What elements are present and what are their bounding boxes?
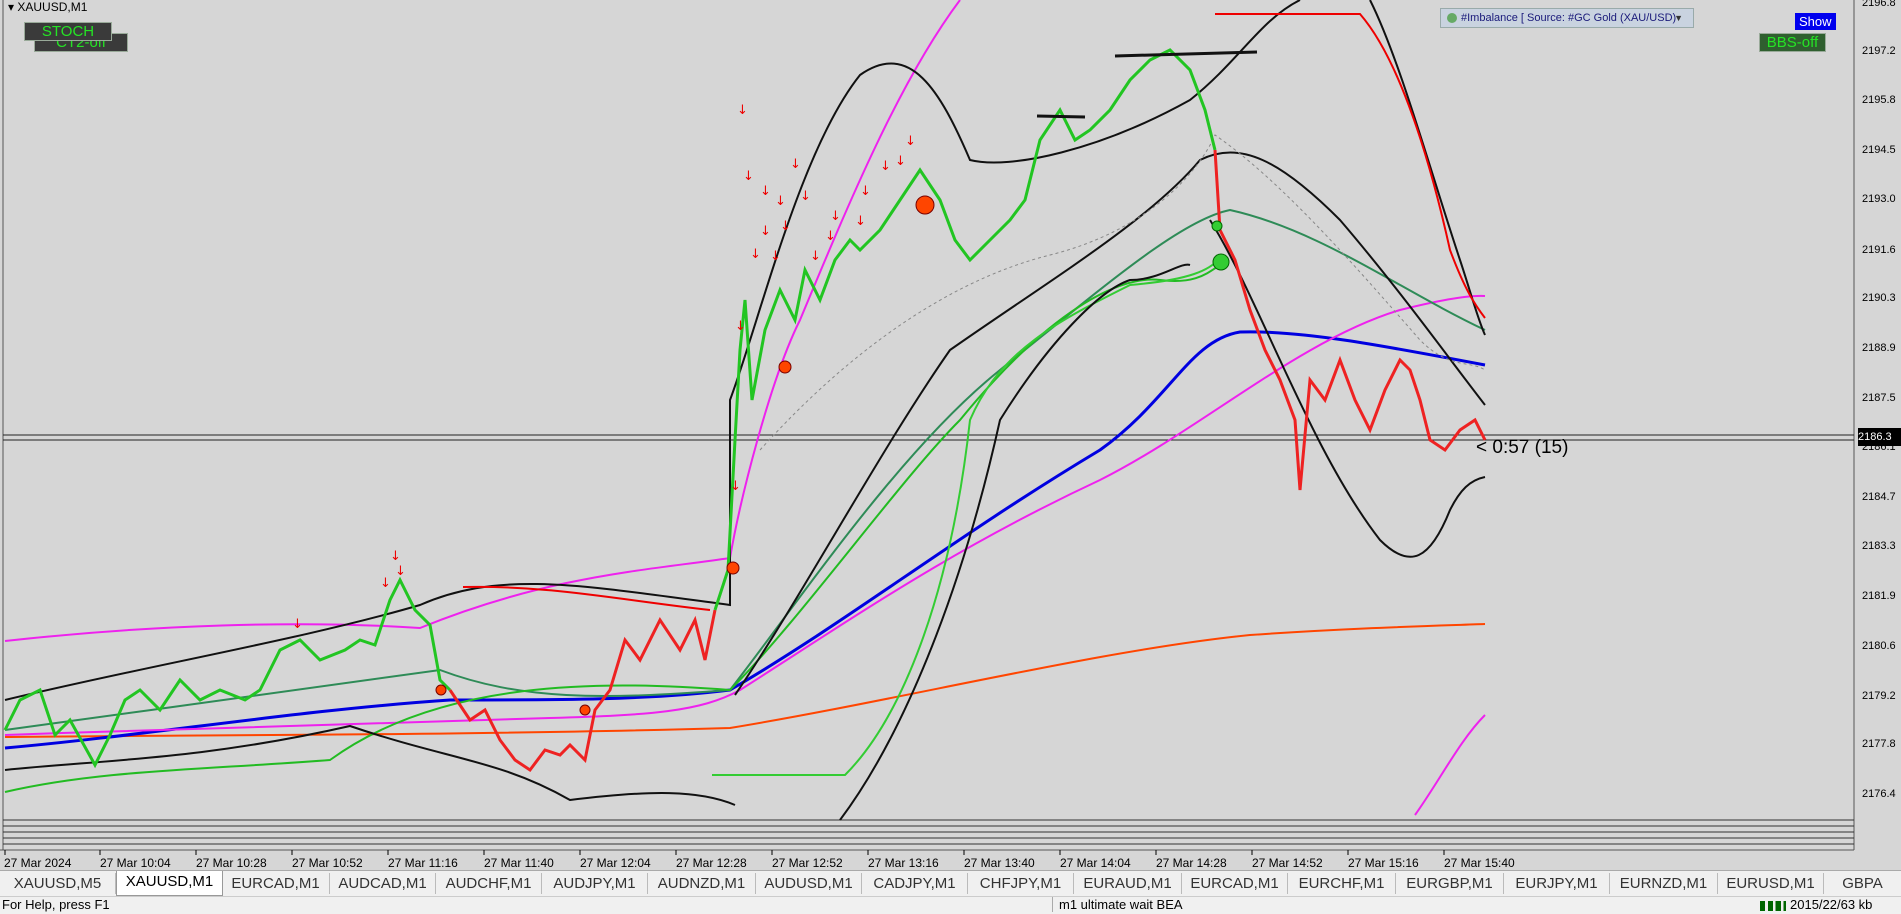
time-tick: 27 Mar 14:04 <box>1060 856 1131 870</box>
chart-tab[interactable]: EURCHF,M1 <box>1288 873 1396 894</box>
time-tick: 27 Mar 11:16 <box>388 856 458 870</box>
stoch-toggle-button[interactable]: STOCH <box>24 22 112 41</box>
time-tick: 27 Mar 15:16 <box>1348 856 1419 870</box>
svg-text:↓: ↓ <box>825 229 836 244</box>
time-tick: 27 Mar 13:16 <box>868 856 939 870</box>
time-tick: 27 Mar 11:40 <box>484 856 554 870</box>
chart-tab[interactable]: CHFJPY,M1 <box>968 873 1074 894</box>
connection-bars-icon <box>1760 900 1786 911</box>
svg-text:↓: ↓ <box>800 189 811 204</box>
chart-tab[interactable]: EURJPY,M1 <box>1504 873 1610 894</box>
svg-text:↓: ↓ <box>775 194 786 209</box>
svg-text:↓: ↓ <box>380 576 391 591</box>
current-price-marker: 2186.3 <box>1858 428 1901 446</box>
chart-tab[interactable]: AUDNZD,M1 <box>648 873 756 894</box>
chart-area[interactable]: ↓ ↓ ↓ ↓ ↓ ↓ ↓ ↓ ↓ ↓ ↓ ↓ ↓ ↓ ↓ ↓ ↓ ↓ ↓ ↓ ↓ ↓ ↓ ↓ ▾ XAUUS… <box>0 0 1901 870</box>
chart-tab[interactable]: EURCAD,M1 <box>222 873 330 894</box>
price-tick: 2184.7 <box>1862 491 1896 503</box>
svg-text:↓: ↓ <box>750 247 761 262</box>
price-tick: 2179.2 <box>1862 690 1896 702</box>
status-help-text: For Help, press F1 <box>2 897 110 912</box>
time-tick: 27 Mar 10:52 <box>292 856 363 870</box>
price-tick: 2193.0 <box>1862 193 1896 205</box>
price-tick: 2183.3 <box>1862 540 1896 552</box>
chart-tab[interactable]: EURAUD,M1 <box>1074 873 1182 894</box>
price-tick: 2191.6 <box>1862 244 1896 256</box>
time-tick: 27 Mar 2024 <box>4 856 72 870</box>
svg-text:↓: ↓ <box>780 219 791 234</box>
time-tick: 27 Mar 12:28 <box>676 856 747 870</box>
bar-timer: < 0:57 (15) <box>1476 437 1569 458</box>
svg-text:↓: ↓ <box>810 249 821 264</box>
price-tick: 2187.5 <box>1862 392 1896 404</box>
bbs-toggle-button[interactable]: BBS-off <box>1759 33 1826 52</box>
price-chart[interactable]: ↓↓↓ ↓↓↓ ↓ ↓↓ ↓↓↓ ↓↓ ↓ ↓↓↓ ↓↓ ↓↓↓ ↓ <box>0 0 1901 870</box>
chart-tab[interactable]: EURNZD,M1 <box>1610 873 1718 894</box>
price-tick: 2190.3 <box>1862 292 1896 304</box>
time-tick: 27 Mar 14:52 <box>1252 856 1323 870</box>
traffic-text: 2015/22/63 kb <box>1790 897 1873 912</box>
svg-text:↓: ↓ <box>905 134 916 149</box>
svg-text:↓: ↓ <box>895 154 906 169</box>
svg-text:↓: ↓ <box>860 184 871 199</box>
price-tick: 2197.2 <box>1862 45 1896 57</box>
time-tick: 27 Mar 15:40 <box>1444 856 1515 870</box>
chart-tab[interactable]: EURGBP,M1 <box>1396 873 1504 894</box>
chart-tab-bar: XAUUSD,M5 XAUUSD,M1 EURCAD,M1 AUDCAD,M1 … <box>0 870 1901 896</box>
svg-text:↓: ↓ <box>770 249 781 264</box>
svg-text:↓: ↓ <box>830 209 841 224</box>
price-tick: 2177.8 <box>1862 738 1896 750</box>
chart-tab[interactable]: GBPA <box>1824 873 1901 894</box>
svg-text:↓: ↓ <box>737 103 748 118</box>
price-tick: 2188.9 <box>1862 342 1896 354</box>
chart-tab[interactable]: AUDCHF,M1 <box>436 873 542 894</box>
svg-text:↓: ↓ <box>395 564 406 579</box>
time-tick: 27 Mar 10:04 <box>100 856 171 870</box>
price-tick: 2194.5 <box>1862 144 1896 156</box>
status-profile-name: m1 ultimate wait BEA <box>1052 897 1183 912</box>
time-tick: 27 Mar 12:52 <box>772 856 843 870</box>
price-tick: 2196.8 <box>1862 0 1896 9</box>
svg-text:↓: ↓ <box>743 169 754 184</box>
svg-text:↓: ↓ <box>390 549 401 564</box>
show-button[interactable]: Show <box>1795 13 1836 30</box>
svg-text:↓: ↓ <box>735 319 746 334</box>
chart-tab[interactable]: CADJPY,M1 <box>862 873 968 894</box>
status-bar: For Help, press F1 m1 ultimate wait BEA … <box>0 896 1901 914</box>
price-tick: 2195.8 <box>1862 94 1896 106</box>
svg-text:↓: ↓ <box>790 157 801 172</box>
time-tick: 27 Mar 12:04 <box>580 856 651 870</box>
chart-tab-active[interactable]: XAUUSD,M1 <box>116 871 223 896</box>
svg-text:↓: ↓ <box>730 479 741 494</box>
imbalance-status-icon <box>1447 13 1457 24</box>
chart-tab[interactable]: EURCAD,M1 <box>1182 873 1288 894</box>
chart-tab[interactable]: AUDUSD,M1 <box>756 873 862 894</box>
price-tick: 2176.4 <box>1862 788 1896 800</box>
price-tick: 2180.6 <box>1862 640 1896 652</box>
svg-text:↓: ↓ <box>880 159 891 174</box>
imbalance-label: #Imbalance [ Source: #GC Gold (XAU/USD) <box>1461 12 1677 24</box>
svg-text:↓: ↓ <box>855 214 866 229</box>
chart-tab[interactable]: XAUUSD,M5 <box>0 873 116 894</box>
chart-tab[interactable]: AUDJPY,M1 <box>542 873 648 894</box>
price-tick: 2181.9 <box>1862 590 1896 602</box>
svg-text:↓: ↓ <box>760 184 771 199</box>
status-traffic: 2015/22/63 kb <box>1760 897 1872 912</box>
chart-symbol-title: ▾ XAUUSD,M1 <box>8 0 88 14</box>
time-tick: 27 Mar 13:40 <box>964 856 1035 870</box>
chart-tab[interactable]: AUDCAD,M1 <box>330 873 436 894</box>
svg-text:↓: ↓ <box>760 224 771 239</box>
time-tick: 27 Mar 10:28 <box>196 856 267 870</box>
time-tick: 27 Mar 14:28 <box>1156 856 1227 870</box>
dropdown-caret-icon: ▼ <box>1674 13 1683 23</box>
svg-text:↓: ↓ <box>292 617 303 632</box>
chart-tab[interactable]: EURUSD,M1 <box>1718 873 1824 894</box>
imbalance-source-select[interactable]: #Imbalance [ Source: #GC Gold (XAU/USD) … <box>1440 8 1694 28</box>
